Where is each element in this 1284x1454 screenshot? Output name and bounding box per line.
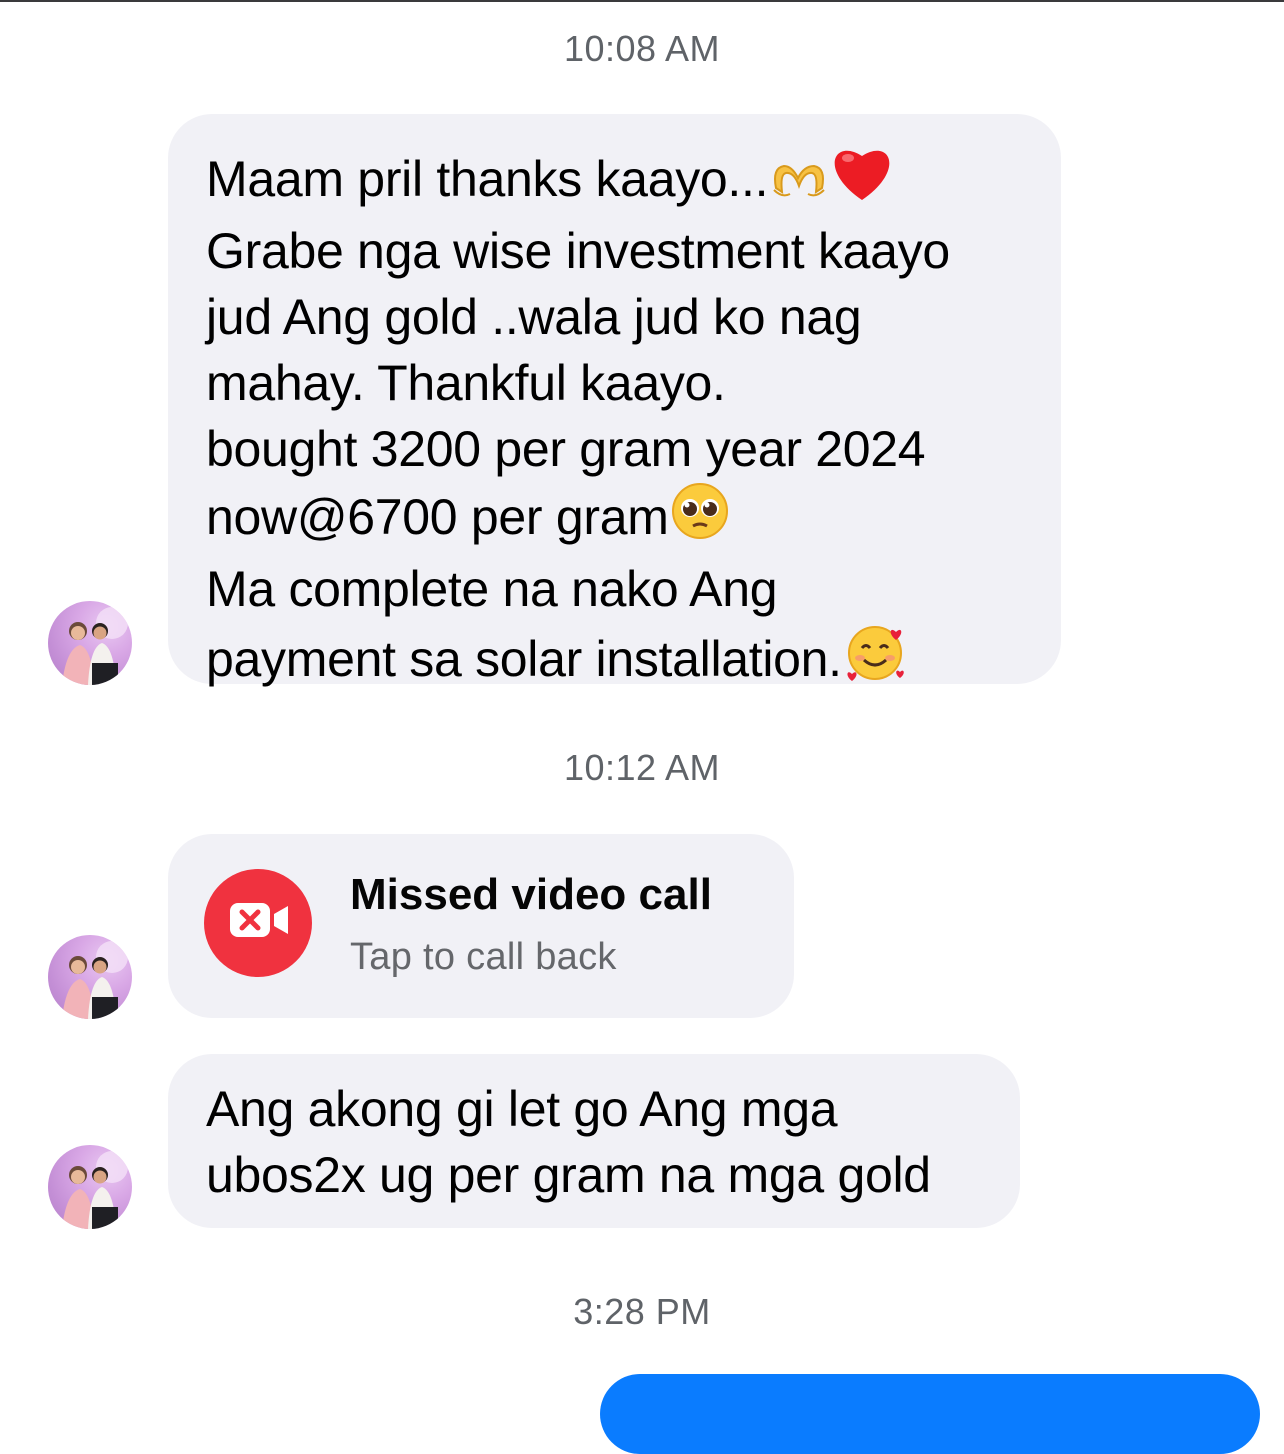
sender-avatar[interactable] xyxy=(48,935,132,1019)
avatar-photo-icon xyxy=(62,941,128,1019)
message-line: Maam pril thanks kaayo... xyxy=(206,142,1025,218)
heart-hands-emoji-icon xyxy=(770,152,828,218)
timestamp: 10:08 AM xyxy=(563,28,721,69)
message-line: Grabe nga wise investment kaayo xyxy=(206,223,950,279)
sender-avatar[interactable] xyxy=(48,601,132,685)
missed-call-title: Missed video call xyxy=(350,870,712,919)
call-back-link[interactable]: Tap to call back xyxy=(350,936,617,979)
sender-avatar[interactable] xyxy=(48,1145,132,1229)
message-bubble[interactable]: Maam pril thanks kaayo... Grabe nga wise… xyxy=(168,114,1061,687)
red-heart-emoji-icon xyxy=(830,142,894,218)
smiling-face-with-hearts-emoji-icon xyxy=(844,622,908,698)
message-line: Ma complete na nako Ang xyxy=(206,561,778,617)
avatar-photo-icon xyxy=(62,1151,128,1229)
missed-video-call-icon xyxy=(204,869,312,977)
top-divider xyxy=(0,0,1284,2)
timestamp: 10:12 AM xyxy=(563,747,721,788)
missed-call-bubble[interactable]: Missed video call Tap to call back xyxy=(168,834,794,1018)
message-bubble[interactable]: Ang akong gi let go Ang mga ubos2x ug pe… xyxy=(168,1054,1020,1228)
message-line: Ang akong gi let go Ang mga xyxy=(206,1081,838,1137)
avatar-photo-icon xyxy=(62,607,128,685)
timestamp: 3:28 PM xyxy=(573,1291,711,1332)
message-line: jud Ang gold ..wala jud ko nag xyxy=(206,289,862,345)
message-line: ubos2x ug per gram na mga gold xyxy=(206,1147,931,1203)
outgoing-message-bubble[interactable] xyxy=(600,1374,1260,1454)
message-line: mahay. Thankful kaayo. xyxy=(206,355,726,411)
pleading-face-emoji-icon xyxy=(671,482,729,556)
message-line: payment sa solar installation. xyxy=(206,622,1025,698)
message-line: bought 3200 per gram year 2024 xyxy=(206,421,926,477)
message-line: now@6700 per gram xyxy=(206,482,1025,556)
